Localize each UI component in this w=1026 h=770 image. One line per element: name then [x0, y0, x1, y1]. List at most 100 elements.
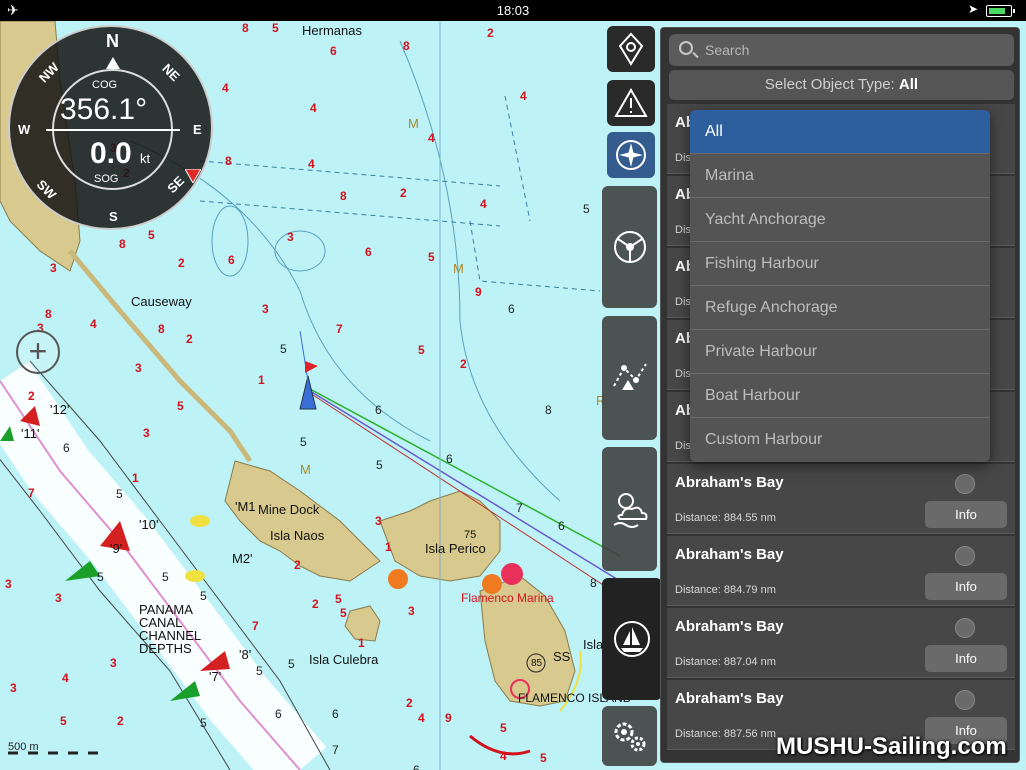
- sounding: 3: [262, 302, 269, 316]
- dropdown-option-yacht-anchorage[interactable]: Yacht Anchorage: [690, 198, 990, 242]
- sounding: 8: [158, 322, 165, 336]
- buoy-label: '8': [239, 647, 252, 662]
- route-planning-button[interactable]: [602, 316, 657, 440]
- list-item[interactable]: Abraham's Bay Distance: 887.04 nm Info: [667, 608, 1015, 678]
- sounding: 2: [312, 597, 319, 611]
- info-button[interactable]: Info: [925, 573, 1007, 600]
- settings-gears-icon: [614, 722, 645, 752]
- dropdown-option-refuge-anchorage[interactable]: Refuge Anchorage: [690, 286, 990, 330]
- navigate-icon[interactable]: [955, 474, 975, 494]
- sounding: 7: [252, 619, 259, 633]
- info-button[interactable]: Info: [925, 645, 1007, 672]
- dropdown-option-all[interactable]: All: [690, 110, 990, 154]
- dropdown-option-fishing-harbour[interactable]: Fishing Harbour: [690, 242, 990, 286]
- sounding: 9: [475, 285, 482, 299]
- info-button[interactable]: Info: [925, 501, 1007, 528]
- sounding: 1: [258, 373, 265, 387]
- sounding: 4: [90, 317, 97, 331]
- spot-depth: 75: [464, 529, 477, 541]
- list-item[interactable]: Abraham's Bay Distance: 884.79 nm Info: [667, 536, 1015, 606]
- sounding: 7: [28, 486, 35, 500]
- place-ss: SS: [553, 649, 571, 664]
- sounding: 9: [445, 711, 452, 725]
- sounding: 5: [376, 458, 383, 472]
- settings-button[interactable]: [602, 706, 657, 766]
- weather-button[interactable]: [602, 447, 657, 571]
- sounding: 5: [340, 606, 347, 620]
- north-triangle-icon: [106, 57, 120, 69]
- dropdown-option-marina[interactable]: Marina: [690, 154, 990, 198]
- sounding: 8: [340, 189, 347, 203]
- buoy-label: '11': [21, 426, 40, 441]
- dropdown-option-custom-harbour[interactable]: Custom Harbour: [690, 418, 990, 462]
- sounding: 5: [272, 21, 279, 35]
- compass-rose-button[interactable]: [607, 132, 655, 178]
- compass-ne: NE: [159, 60, 183, 85]
- buoy-label: 'M1: [235, 499, 256, 514]
- sounding: 5: [162, 570, 169, 584]
- navigate-icon[interactable]: [955, 546, 975, 566]
- heading-marker-icon: [185, 169, 201, 183]
- sounding: 5: [280, 342, 287, 356]
- sounding: 5: [583, 202, 590, 216]
- sounding: 3: [55, 591, 62, 605]
- sounding: 8: [242, 21, 249, 35]
- buoy-label: '10': [139, 517, 159, 532]
- compass-se: SE: [164, 173, 188, 196]
- list-item-name: Abraham's Bay: [675, 690, 784, 707]
- watermark: MUSHU-Sailing.com: [776, 733, 1007, 760]
- compass-nw: NW: [35, 59, 62, 86]
- warning-button[interactable]: [607, 80, 655, 126]
- buoy-label: M2': [232, 551, 253, 566]
- sounding: 5: [177, 399, 184, 413]
- marina-button[interactable]: [602, 578, 662, 700]
- sounding: 1: [385, 540, 392, 554]
- sounding: 8: [45, 307, 52, 321]
- seabed-mark: M: [453, 261, 464, 276]
- object-type-value: All: [898, 76, 919, 93]
- dropdown-option-private-harbour[interactable]: Private Harbour: [690, 330, 990, 374]
- sounding: 5: [60, 714, 67, 728]
- helm-button[interactable]: [602, 186, 657, 308]
- sounding: 7: [332, 743, 339, 757]
- navigate-icon[interactable]: [955, 618, 975, 638]
- search-placeholder: Search: [705, 42, 750, 58]
- sounding: 6: [446, 452, 453, 466]
- compass-widget[interactable]: N NE E SE S SW W NW COG 356.1° 0.0 kt SO…: [8, 25, 213, 230]
- sounding: 4: [310, 101, 317, 115]
- compass-rose-icon: [616, 140, 646, 170]
- sounding: 5: [500, 721, 507, 735]
- sounding: 6: [413, 763, 420, 770]
- sounding: 2: [460, 357, 467, 371]
- sounding: 3: [5, 577, 12, 591]
- sounding: 4: [62, 671, 69, 685]
- sounding: 5: [148, 228, 155, 242]
- route-planning-icon: [612, 363, 647, 390]
- sounding: 5: [97, 570, 104, 584]
- buoy-label: '9': [110, 541, 123, 556]
- search-field[interactable]: Search: [669, 34, 1014, 66]
- navigate-icon[interactable]: [955, 690, 975, 710]
- compass-east: E: [193, 122, 202, 137]
- object-type-dropdown: All Marina Yacht Anchorage Fishing Harbo…: [690, 110, 990, 462]
- compass-heading-line: [46, 129, 180, 131]
- place-hermanas: Hermanas: [302, 23, 362, 38]
- place-panama-canal: PANAMA CANAL CHANNEL DEPTHS: [139, 602, 202, 656]
- chart-position-button[interactable]: [607, 26, 655, 72]
- scale-label: 500 m: [8, 741, 39, 753]
- sounding: 4: [308, 157, 315, 171]
- sounding: 6: [63, 441, 70, 455]
- marina-sailboat-icon: [614, 621, 650, 657]
- sog-unit: kt: [140, 151, 151, 166]
- dropdown-option-boat-harbour[interactable]: Boat Harbour: [690, 374, 990, 418]
- list-item-name: Abraham's Bay: [675, 546, 784, 563]
- object-type-selector[interactable]: Select Object Type: All: [669, 70, 1014, 100]
- sounding: 5: [256, 664, 263, 678]
- chart-position-icon: [618, 32, 644, 66]
- sounding: 3: [408, 604, 415, 618]
- list-item[interactable]: Abraham's Bay Distance: 884.55 nm Info: [667, 464, 1015, 534]
- warning-icon: [614, 88, 648, 117]
- cog-label: COG: [92, 79, 118, 91]
- zoom-in-button[interactable]: +: [16, 330, 60, 374]
- sounding: 5: [540, 751, 547, 765]
